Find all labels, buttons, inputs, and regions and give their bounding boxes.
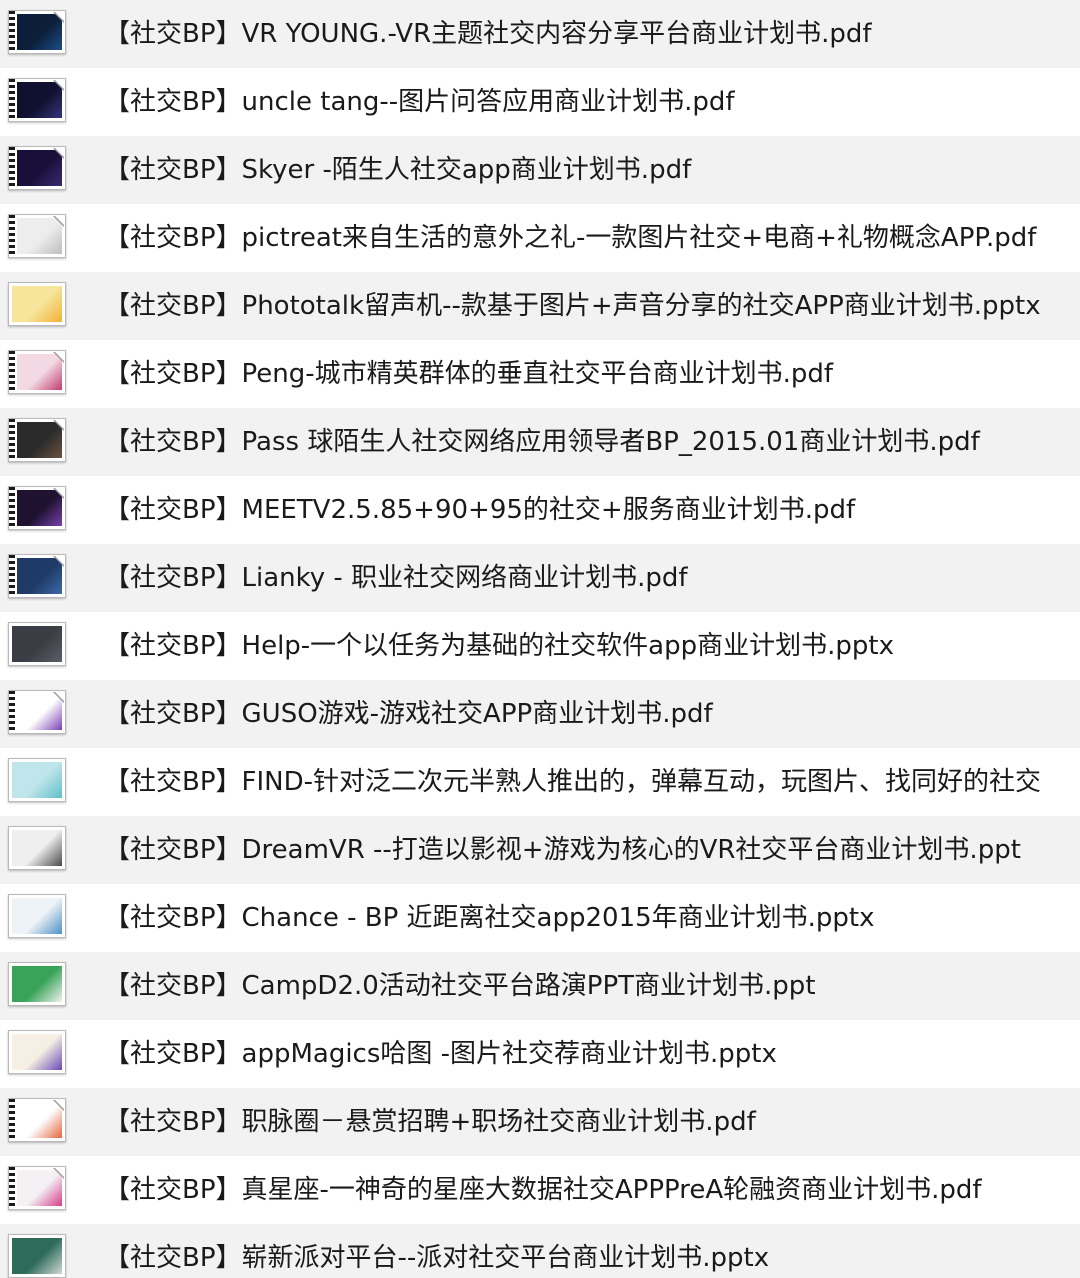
file-row[interactable]: 【社交BP】uncle tang--图片问答应用商业计划书.pdf: [0, 68, 1080, 136]
file-name: 【社交BP】DreamVR --打造以影视+游戏为核心的VR社交平台商业计划书.…: [104, 835, 1021, 865]
slide-preview: [12, 898, 62, 934]
file-name: 【社交BP】Peng-城市精英群体的垂直社交平台商业计划书.pdf: [104, 359, 834, 389]
file-name: 【社交BP】Pass 球陌生人社交网络应用领导者BP_2015.01商业计划书.…: [104, 427, 980, 457]
file-thumbnail-icon: [8, 146, 66, 190]
file-thumbnail-icon: [8, 758, 66, 802]
page-fold-corner: [54, 419, 65, 430]
pdf-binding-strip: [9, 1099, 15, 1141]
file-row[interactable]: 【社交BP】Help-一个以任务为基础的社交软件app商业计划书.pptx: [0, 612, 1080, 680]
page-fold-corner: [54, 1167, 65, 1178]
slide-preview: [12, 966, 62, 1002]
file-thumbnail-icon: [8, 622, 66, 666]
file-thumbnail-icon: [8, 350, 66, 394]
pdf-binding-strip: [9, 147, 15, 189]
file-thumbnail-icon: [8, 10, 66, 54]
file-row[interactable]: 【社交BP】职脉圈－悬赏招聘+职场社交商业计划书.pdf: [0, 1088, 1080, 1156]
page-fold-corner: [54, 555, 65, 566]
page-fold-corner: [54, 215, 65, 226]
file-name: 【社交BP】Lianky - 职业社交网络商业计划书.pdf: [104, 563, 688, 593]
pdf-binding-strip: [9, 419, 15, 461]
pdf-binding-strip: [9, 11, 15, 53]
file-name: 【社交BP】Chance - BP 近距离社交app2015年商业计划书.ppt…: [104, 903, 875, 933]
file-thumbnail-icon: [8, 554, 66, 598]
file-thumbnail-icon: [8, 78, 66, 122]
file-name: 【社交BP】Skyer -陌生人社交app商业计划书.pdf: [104, 155, 692, 185]
file-name: 【社交BP】Phototalk留声机--款基于图片+声音分享的社交APP商业计划…: [104, 291, 1041, 321]
pdf-binding-strip: [9, 691, 15, 733]
file-row[interactable]: 【社交BP】Chance - BP 近距离社交app2015年商业计划书.ppt…: [0, 884, 1080, 952]
file-name: 【社交BP】FIND-针对泛二次元半熟人推出的，弹幕互动，玩图片、找同好的社交: [104, 767, 1041, 797]
pdf-binding-strip: [9, 555, 15, 597]
file-thumbnail-icon: [8, 1234, 66, 1278]
slide-preview: [12, 626, 62, 662]
file-row[interactable]: 【社交BP】DreamVR --打造以影视+游戏为核心的VR社交平台商业计划书.…: [0, 816, 1080, 884]
file-thumbnail-icon: [8, 1166, 66, 1210]
file-row[interactable]: 【社交BP】GUSO游戏-游戏社交APP商业计划书.pdf: [0, 680, 1080, 748]
file-thumbnail-icon: [8, 418, 66, 462]
file-name: 【社交BP】appMagics哈图 -图片社交荐商业计划书.pptx: [104, 1039, 777, 1069]
file-row[interactable]: 【社交BP】VR YOUNG.-VR主题社交内容分享平台商业计划书.pdf: [0, 0, 1080, 68]
file-thumbnail-icon: [8, 1030, 66, 1074]
pdf-binding-strip: [9, 79, 15, 121]
slide-preview: [12, 1238, 62, 1274]
page-fold-corner: [54, 147, 65, 158]
file-row[interactable]: 【社交BP】Phototalk留声机--款基于图片+声音分享的社交APP商业计划…: [0, 272, 1080, 340]
file-thumbnail-icon: [8, 214, 66, 258]
page-fold-corner: [54, 487, 65, 498]
page-fold-corner: [54, 1099, 65, 1110]
slide-preview: [12, 1034, 62, 1070]
file-name: 【社交BP】崭新派对平台--派对社交平台商业计划书.pptx: [104, 1243, 770, 1273]
file-name: 【社交BP】MEETV2.5.85+90+95的社交+服务商业计划书.pdf: [104, 495, 856, 525]
file-name: 【社交BP】Help-一个以任务为基础的社交软件app商业计划书.pptx: [104, 631, 894, 661]
slide-preview: [12, 286, 62, 322]
pdf-binding-strip: [9, 487, 15, 529]
file-name: 【社交BP】职脉圈－悬赏招聘+职场社交商业计划书.pdf: [104, 1107, 756, 1137]
page-fold-corner: [54, 691, 65, 702]
page-fold-corner: [54, 11, 65, 22]
file-name: 【社交BP】GUSO游戏-游戏社交APP商业计划书.pdf: [104, 699, 713, 729]
file-row[interactable]: 【社交BP】FIND-针对泛二次元半熟人推出的，弹幕互动，玩图片、找同好的社交: [0, 748, 1080, 816]
file-name: 【社交BP】pictreat来自生活的意外之礼-一款图片社交+电商+礼物概念AP…: [104, 223, 1037, 253]
file-thumbnail-icon: [8, 282, 66, 326]
pdf-binding-strip: [9, 215, 15, 257]
file-name: 【社交BP】VR YOUNG.-VR主题社交内容分享平台商业计划书.pdf: [104, 19, 872, 49]
file-thumbnail-icon: [8, 894, 66, 938]
file-list: 【社交BP】VR YOUNG.-VR主题社交内容分享平台商业计划书.pdf 【社…: [0, 0, 1080, 1278]
file-row[interactable]: 【社交BP】MEETV2.5.85+90+95的社交+服务商业计划书.pdf: [0, 476, 1080, 544]
file-row[interactable]: 【社交BP】appMagics哈图 -图片社交荐商业计划书.pptx: [0, 1020, 1080, 1088]
file-thumbnail-icon: [8, 826, 66, 870]
file-thumbnail-icon: [8, 486, 66, 530]
file-row[interactable]: 【社交BP】pictreat来自生活的意外之礼-一款图片社交+电商+礼物概念AP…: [0, 204, 1080, 272]
slide-preview: [12, 762, 62, 798]
file-row[interactable]: 【社交BP】Lianky - 职业社交网络商业计划书.pdf: [0, 544, 1080, 612]
file-row[interactable]: 【社交BP】CampD2.0活动社交平台路演PPT商业计划书.ppt: [0, 952, 1080, 1020]
file-row[interactable]: 【社交BP】Pass 球陌生人社交网络应用领导者BP_2015.01商业计划书.…: [0, 408, 1080, 476]
slide-preview: [12, 830, 62, 866]
pdf-binding-strip: [9, 1167, 15, 1209]
page-fold-corner: [54, 351, 65, 362]
page-fold-corner: [54, 79, 65, 90]
file-row[interactable]: 【社交BP】Peng-城市精英群体的垂直社交平台商业计划书.pdf: [0, 340, 1080, 408]
file-name: 【社交BP】CampD2.0活动社交平台路演PPT商业计划书.ppt: [104, 971, 816, 1001]
file-row[interactable]: 【社交BP】崭新派对平台--派对社交平台商业计划书.pptx: [0, 1224, 1080, 1278]
file-name: 【社交BP】真星座-一神奇的星座大数据社交APPPreA轮融资商业计划书.pdf: [104, 1175, 982, 1205]
file-row[interactable]: 【社交BP】真星座-一神奇的星座大数据社交APPPreA轮融资商业计划书.pdf: [0, 1156, 1080, 1224]
file-name: 【社交BP】uncle tang--图片问答应用商业计划书.pdf: [104, 87, 735, 117]
file-row[interactable]: 【社交BP】Skyer -陌生人社交app商业计划书.pdf: [0, 136, 1080, 204]
file-thumbnail-icon: [8, 1098, 66, 1142]
file-thumbnail-icon: [8, 962, 66, 1006]
pdf-binding-strip: [9, 351, 15, 393]
file-thumbnail-icon: [8, 690, 66, 734]
